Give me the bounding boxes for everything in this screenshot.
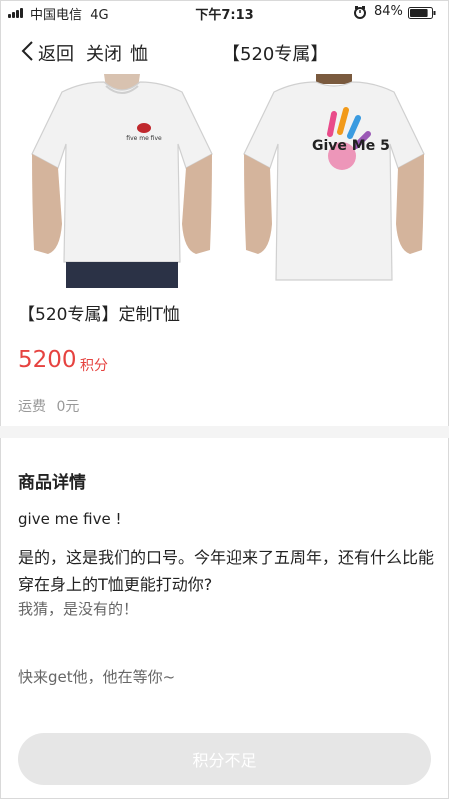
section-divider	[0, 426, 449, 438]
back-button[interactable]: 返回	[38, 40, 74, 66]
tshirt-back-image: Give Me 5	[234, 74, 434, 288]
status-bar: 中国电信 4G 下午7:13 84%	[0, 0, 449, 26]
price-unit: 积分	[80, 358, 108, 374]
tshirt-front-image: five me five	[22, 74, 222, 288]
redeem-button[interactable]: 积分不足	[18, 733, 431, 785]
shipping-label: 运费	[18, 399, 46, 415]
details-line-1: give me five !	[18, 510, 122, 528]
close-button[interactable]: 关闭	[86, 40, 122, 66]
details-line-4: 快来get他，他在等你~	[18, 668, 176, 686]
product-title: 【520专属】定制T恤	[18, 305, 180, 325]
details-heading: 商品详情	[18, 473, 86, 493]
battery-percent: 84%	[374, 4, 403, 19]
product-price: 5200	[18, 347, 77, 373]
front-logo-text: five me five	[126, 135, 162, 142]
chevron-left-icon[interactable]	[20, 40, 34, 62]
back-print-text: Give Me 5	[312, 138, 390, 154]
nav-bar: 返回 关闭 恤 【520专属】	[0, 32, 449, 72]
shipping-value: 0元	[56, 399, 80, 415]
nav-title-fragment: 恤	[130, 44, 148, 65]
page-title: 【520专属】	[222, 44, 329, 65]
details-line-2: 是的，这是我们的口号。今年迎来了五周年，还有什么比能穿在身上的T恤更能打动你?	[18, 548, 435, 594]
battery-icon	[408, 7, 436, 19]
shipping-info: 运费 0元	[18, 396, 79, 416]
alarm-icon	[354, 6, 366, 19]
details-line-3: 我猜，是没有的！	[18, 600, 139, 618]
